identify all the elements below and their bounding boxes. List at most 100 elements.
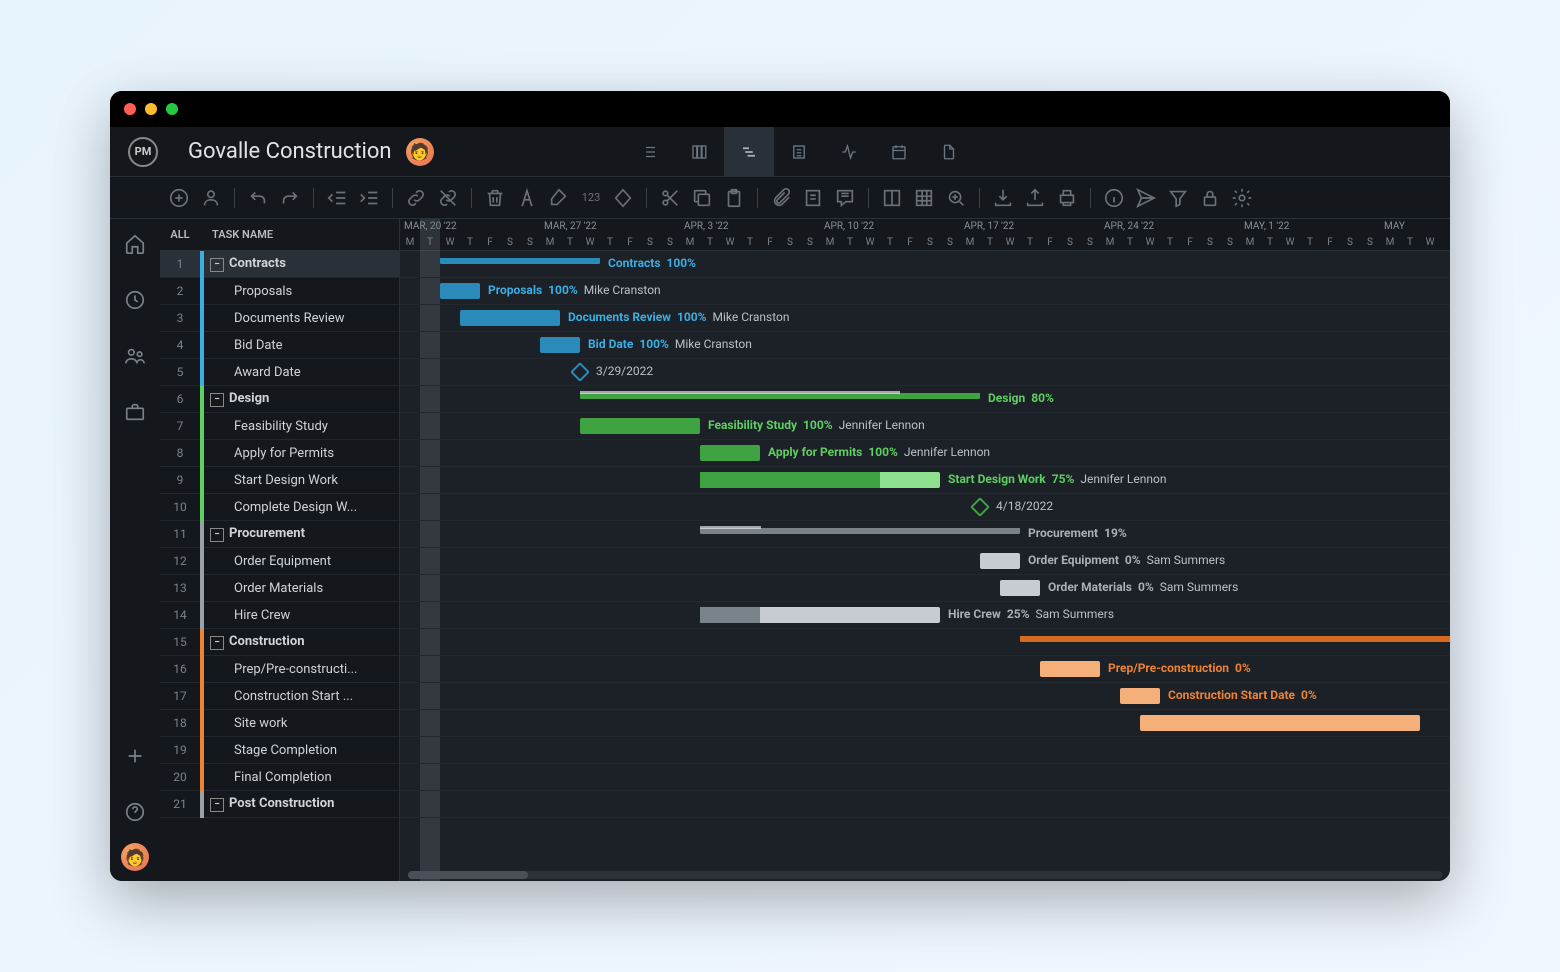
gantt-summary-bar[interactable]	[580, 393, 980, 399]
view-sheet-icon[interactable]	[774, 127, 824, 177]
task-row[interactable]: 2Proposals	[160, 278, 399, 305]
view-calendar-icon[interactable]	[874, 127, 924, 177]
collapse-toggle-icon[interactable]: −	[210, 258, 224, 272]
collapse-toggle-icon[interactable]: −	[210, 528, 224, 542]
gantt-summary-bar[interactable]	[1020, 636, 1450, 642]
scrollbar-thumb[interactable]	[408, 871, 528, 879]
gantt-row[interactable]: Hire Crew25%Sam Summers	[400, 602, 1450, 629]
settings-icon[interactable]	[1231, 187, 1253, 209]
gantt-row[interactable]	[400, 764, 1450, 791]
gantt-task-bar[interactable]	[1140, 715, 1420, 731]
trash-icon[interactable]	[484, 187, 506, 209]
gantt-task-bar[interactable]	[980, 553, 1020, 569]
gantt-task-bar[interactable]	[580, 418, 700, 434]
gantt-row[interactable]: 3/29/2022	[400, 359, 1450, 386]
collapse-toggle-icon[interactable]: −	[210, 393, 224, 407]
gantt-row[interactable]	[400, 737, 1450, 764]
lock-icon[interactable]	[1199, 187, 1221, 209]
grid-icon[interactable]	[913, 187, 935, 209]
col-header-all[interactable]: ALL	[160, 228, 200, 241]
gantt-row[interactable]: Construction Start Date0%	[400, 683, 1450, 710]
number-icon[interactable]: 123	[580, 187, 602, 209]
gantt-task-bar[interactable]	[700, 472, 940, 488]
task-row[interactable]: 4Bid Date	[160, 332, 399, 359]
col-header-taskname[interactable]: TASK NAME	[200, 228, 273, 241]
link-icon[interactable]	[405, 187, 427, 209]
task-row[interactable]: 3Documents Review	[160, 305, 399, 332]
gantt-row[interactable]: Bid Date100%Mike Cranston	[400, 332, 1450, 359]
task-row[interactable]: 10Complete Design W...	[160, 494, 399, 521]
horizontal-scrollbar[interactable]	[408, 871, 1442, 879]
task-row[interactable]: 11−Procurement	[160, 521, 399, 548]
gantt-task-bar[interactable]	[1000, 580, 1040, 596]
gantt-task-bar[interactable]	[700, 445, 760, 461]
clock-icon[interactable]	[124, 289, 146, 311]
redo-icon[interactable]	[279, 187, 301, 209]
send-icon[interactable]	[1135, 187, 1157, 209]
gantt-row[interactable]: Apply for Permits100%Jennifer Lennon	[400, 440, 1450, 467]
add-circle-icon[interactable]	[168, 187, 190, 209]
maximize-window-icon[interactable]	[166, 103, 178, 115]
gantt-task-bar[interactable]	[1120, 688, 1160, 704]
collapse-toggle-icon[interactable]: −	[210, 636, 224, 650]
filter-icon[interactable]	[1167, 187, 1189, 209]
gantt-chart[interactable]: MAR, 20 '22MAR, 27 '22APR, 3 '22APR, 10 …	[400, 219, 1450, 881]
gantt-body[interactable]: Contracts100%Proposals100%Mike CranstonD…	[400, 251, 1450, 818]
task-row[interactable]: 7Feasibility Study	[160, 413, 399, 440]
note-icon[interactable]	[802, 187, 824, 209]
export-icon[interactable]	[1024, 187, 1046, 209]
current-user-avatar[interactable]: 🧑	[121, 843, 149, 871]
view-activity-icon[interactable]	[824, 127, 874, 177]
plus-icon[interactable]	[124, 745, 146, 767]
close-window-icon[interactable]	[124, 103, 136, 115]
task-row[interactable]: 21−Post Construction	[160, 791, 399, 818]
task-row[interactable]: 5Award Date	[160, 359, 399, 386]
font-icon[interactable]	[516, 187, 538, 209]
attach-icon[interactable]	[770, 187, 792, 209]
view-file-icon[interactable]	[924, 127, 974, 177]
home-icon[interactable]	[124, 233, 146, 255]
highlight-icon[interactable]	[548, 187, 570, 209]
print-icon[interactable]	[1056, 187, 1078, 209]
undo-icon[interactable]	[247, 187, 269, 209]
gantt-row[interactable]: Start Design Work75%Jennifer Lennon	[400, 467, 1450, 494]
unlink-icon[interactable]	[437, 187, 459, 209]
copy-icon[interactable]	[691, 187, 713, 209]
view-gantt-icon[interactable]	[724, 127, 774, 177]
gantt-row[interactable]: Order Materials0%Sam Summers	[400, 575, 1450, 602]
gantt-summary-bar[interactable]	[440, 258, 600, 264]
zoom-icon[interactable]	[945, 187, 967, 209]
task-row[interactable]: 9Start Design Work	[160, 467, 399, 494]
gantt-milestone[interactable]	[970, 497, 990, 517]
project-owner-avatar[interactable]: 🧑	[406, 138, 434, 166]
task-row[interactable]: 19Stage Completion	[160, 737, 399, 764]
gantt-task-bar[interactable]	[1040, 661, 1100, 677]
gantt-row[interactable]: 4/18/2022	[400, 494, 1450, 521]
help-icon[interactable]	[124, 801, 146, 823]
team-icon[interactable]	[124, 345, 146, 367]
gantt-row[interactable]: Order Equipment0%Sam Summers	[400, 548, 1450, 575]
indent-icon[interactable]	[358, 187, 380, 209]
gantt-task-bar[interactable]	[700, 607, 940, 623]
task-row[interactable]: 18Site work	[160, 710, 399, 737]
columns-icon[interactable]	[881, 187, 903, 209]
view-board-icon[interactable]	[674, 127, 724, 177]
task-row[interactable]: 16Prep/Pre-constructi...	[160, 656, 399, 683]
view-list-icon[interactable]	[624, 127, 674, 177]
task-row[interactable]: 6−Design	[160, 386, 399, 413]
gantt-task-bar[interactable]	[460, 310, 560, 326]
user-icon[interactable]	[200, 187, 222, 209]
task-row[interactable]: 15−Construction	[160, 629, 399, 656]
cut-icon[interactable]	[659, 187, 681, 209]
paste-icon[interactable]	[723, 187, 745, 209]
gantt-task-bar[interactable]	[440, 283, 480, 299]
collapse-toggle-icon[interactable]: −	[210, 798, 224, 812]
gantt-row[interactable]: Procurement19%	[400, 521, 1450, 548]
gantt-summary-bar[interactable]	[700, 528, 1020, 534]
briefcase-icon[interactable]	[124, 401, 146, 423]
info-icon[interactable]	[1103, 187, 1125, 209]
gantt-row[interactable]: Design80%	[400, 386, 1450, 413]
gantt-row[interactable]: Feasibility Study100%Jennifer Lennon	[400, 413, 1450, 440]
gantt-milestone[interactable]	[570, 362, 590, 382]
outdent-icon[interactable]	[326, 187, 348, 209]
